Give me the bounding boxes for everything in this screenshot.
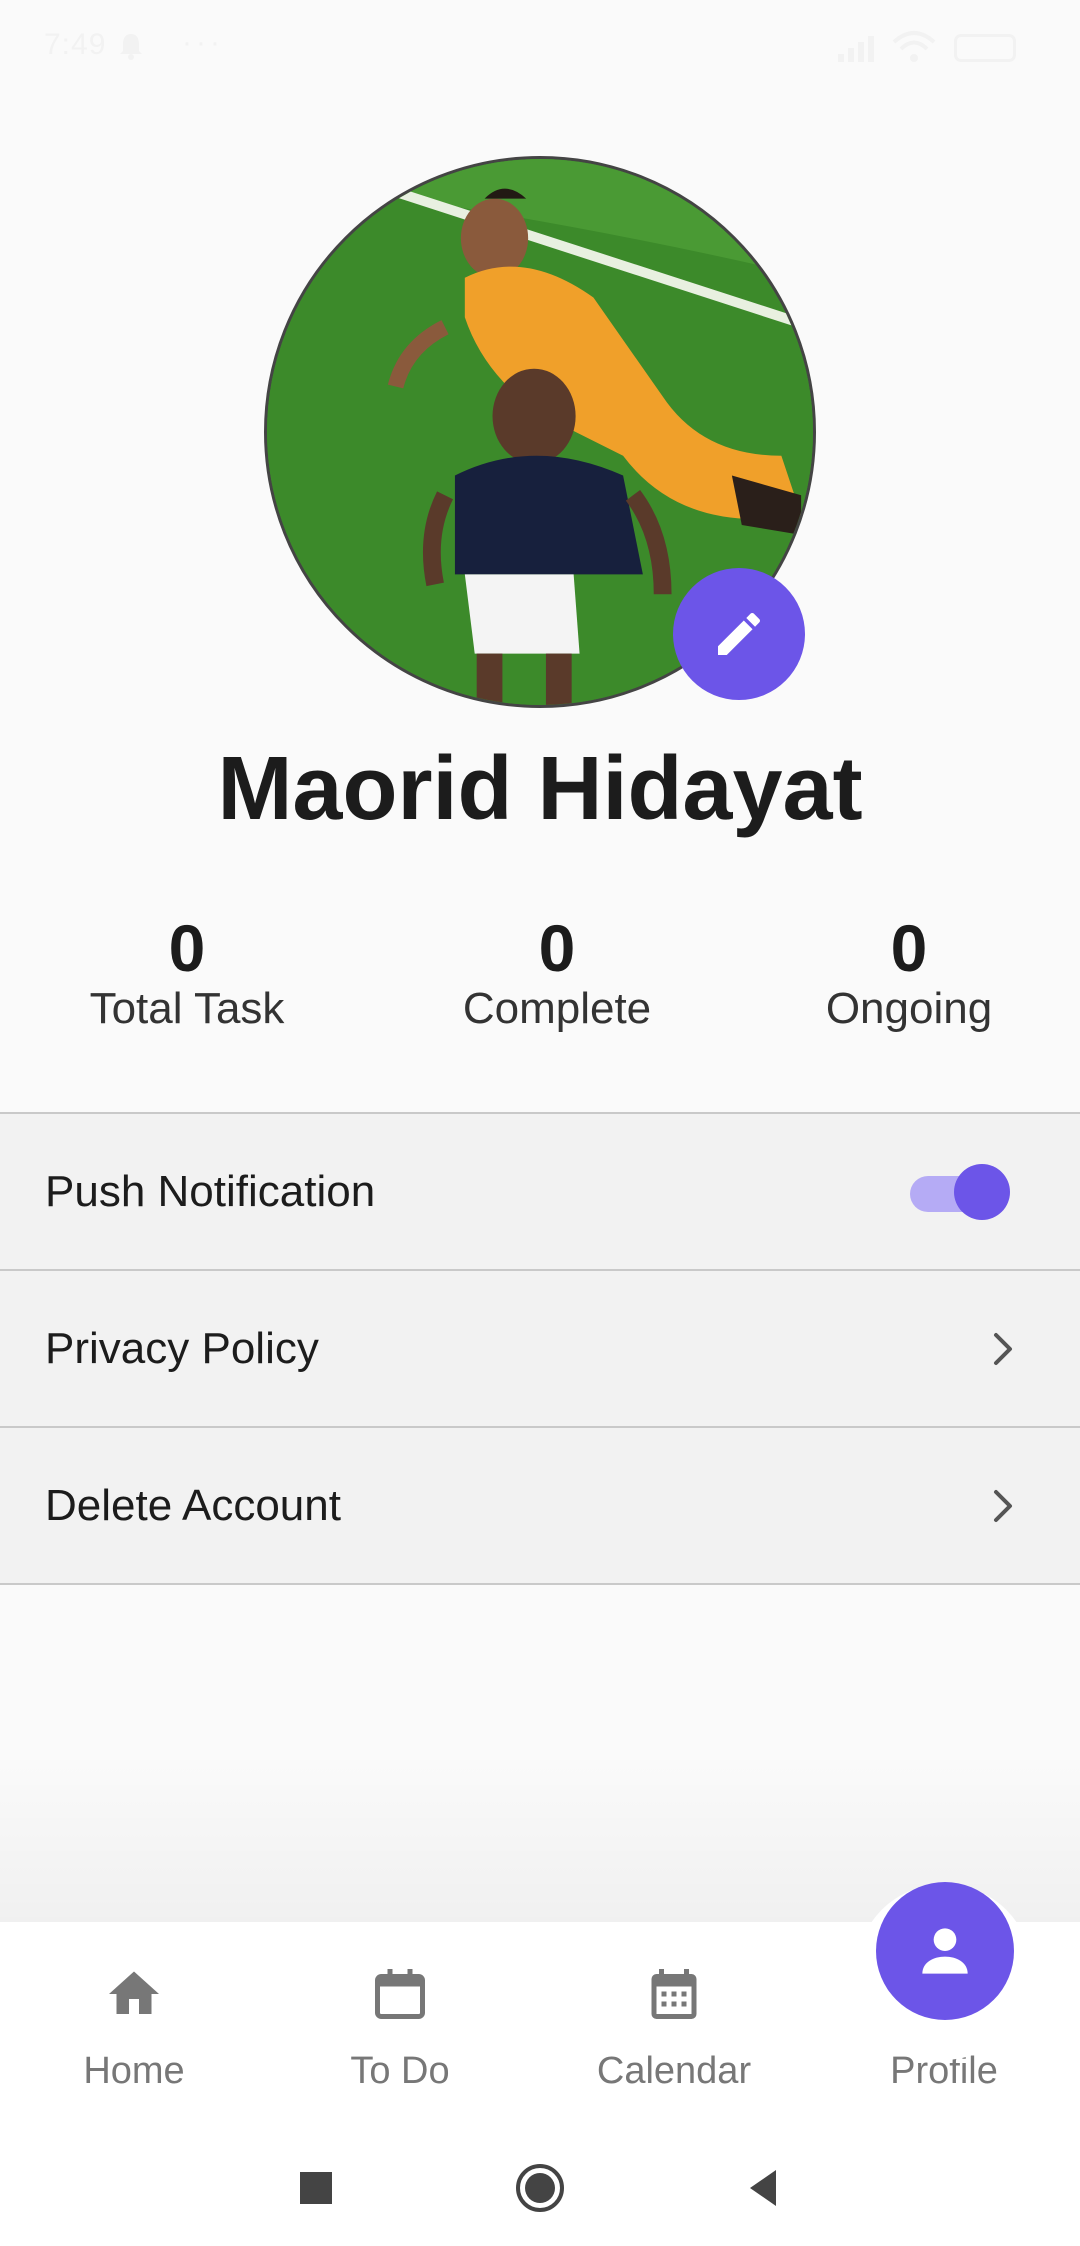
nav-item-todo[interactable]: To Do [280, 1922, 520, 2134]
home-icon [109, 1971, 159, 2014]
notification-bell-icon [120, 34, 142, 60]
stat-value: 0 [538, 911, 576, 985]
todo-icon [375, 1969, 425, 2019]
signal-icon [838, 36, 874, 62]
nav-label: Home [83, 2050, 185, 2092]
battery-icon [954, 34, 1016, 62]
edit-profile-button[interactable] [673, 568, 805, 700]
home-circle-icon[interactable] [510, 2158, 570, 2218]
stat-value: 0 [168, 911, 206, 985]
stat-label: Ongoing [825, 984, 993, 1033]
chevron-right-icon [994, 1489, 1012, 1522]
stat-ongoing: 0 Ongoing [762, 908, 1056, 1034]
pencil-icon [718, 612, 761, 655]
calendar-icon [651, 1969, 697, 2019]
wifi-icon [892, 31, 936, 62]
stat-total-task: 0 Total Task [40, 908, 334, 1034]
recent-apps-icon[interactable] [286, 2158, 346, 2218]
settings-list: Push Notification Privacy Policy Delete … [0, 1112, 1080, 1585]
nav-item-calendar[interactable]: Calendar [554, 1922, 794, 2134]
nav-label: To Do [350, 2050, 450, 2092]
system-navigation-bar [0, 2134, 1080, 2246]
nav-label: Calendar [596, 2050, 752, 2092]
stat-value: 0 [890, 911, 928, 985]
setting-privacy-policy[interactable]: Privacy Policy [0, 1271, 1080, 1428]
setting-label: Delete Account [45, 1480, 341, 1530]
profile-nav-button[interactable] [876, 1882, 1014, 2020]
toggle-thumb [954, 1163, 1010, 1220]
status-more-dots: ··· [182, 26, 224, 59]
push-notification-toggle[interactable] [910, 1163, 1010, 1220]
stat-complete: 0 Complete [410, 908, 704, 1034]
status-time: 7:49 [44, 28, 107, 61]
setting-label: Privacy Policy [45, 1323, 319, 1373]
status-bar: 7:49 ··· [0, 0, 1080, 96]
chevron-right-icon [994, 1332, 1012, 1365]
stat-label: Total Task [89, 984, 285, 1033]
stat-label: Complete [462, 984, 652, 1033]
nav-item-home[interactable]: Home [14, 1922, 254, 2134]
back-triangle-icon[interactable] [734, 2158, 794, 2218]
avatar-container [264, 156, 816, 708]
person-icon [922, 1928, 968, 1974]
setting-delete-account[interactable]: Delete Account [0, 1428, 1080, 1585]
profile-name: Maorid Hidayat [217, 739, 863, 839]
setting-push-notification[interactable]: Push Notification [0, 1114, 1080, 1271]
setting-label: Push Notification [45, 1166, 376, 1216]
